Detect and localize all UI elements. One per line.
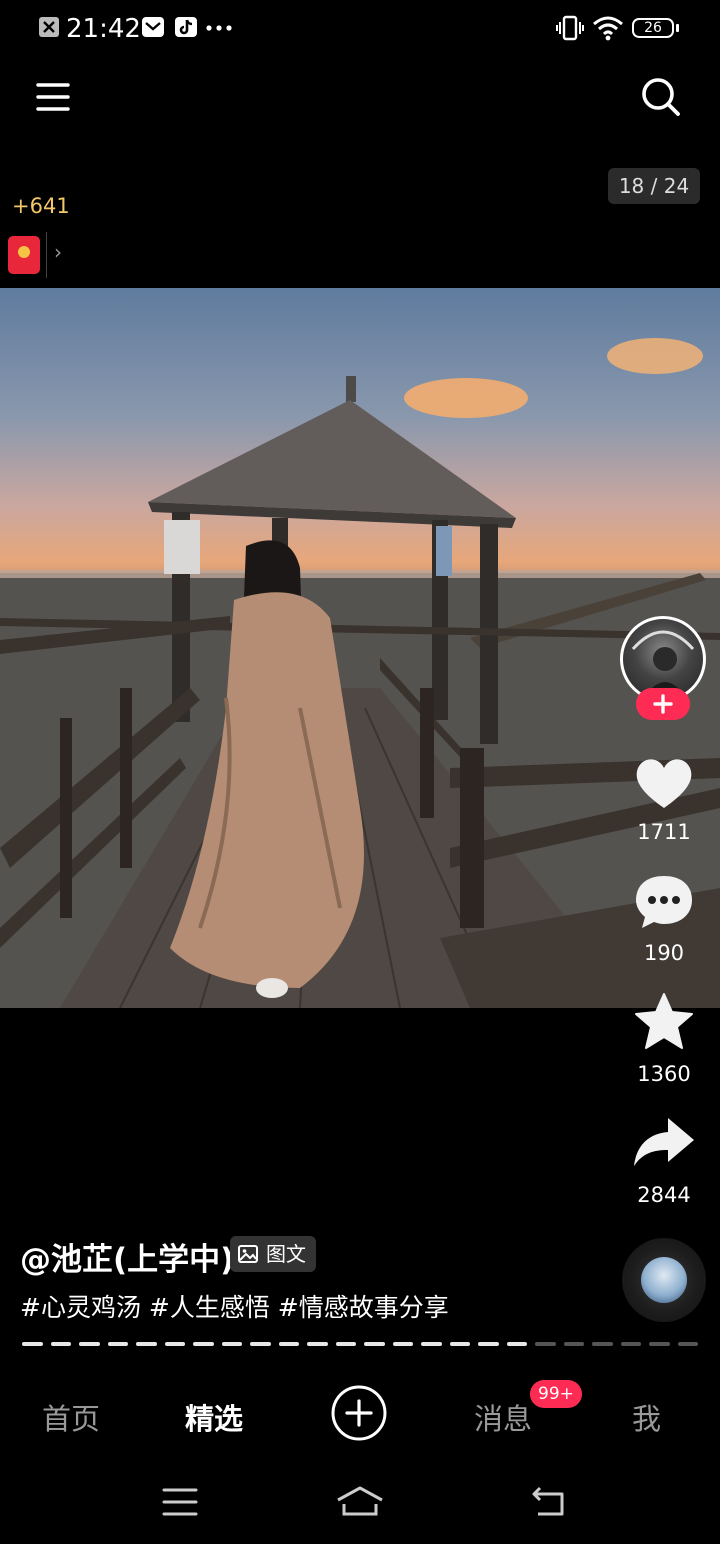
progress-segment <box>307 1342 328 1346</box>
douyin-notification-icon <box>175 17 197 37</box>
image-icon <box>238 1245 258 1263</box>
progress-segment <box>421 1342 442 1346</box>
progress-segment <box>79 1342 100 1346</box>
red-packet-icon[interactable] <box>8 236 40 274</box>
back-button[interactable] <box>530 1484 566 1520</box>
favorite-count: 1360 <box>637 1062 691 1086</box>
recent-apps-button[interactable] <box>162 1484 198 1520</box>
hashtags[interactable]: #心灵鸡汤 #人生感悟 #情感故事分享 <box>20 1288 449 1324</box>
chevron-right-icon[interactable]: › <box>54 240 62 264</box>
wifi-icon <box>593 16 623 41</box>
progress-segment <box>449 1342 470 1346</box>
progress-segment <box>364 1342 385 1346</box>
home-button[interactable] <box>336 1484 384 1520</box>
progress-segment <box>535 1342 556 1346</box>
progress-segment <box>164 1342 185 1346</box>
vibrate-icon <box>556 15 584 41</box>
image-page-counter: 18 / 24 <box>608 168 700 204</box>
progress-segment <box>392 1342 413 1346</box>
progress-segment <box>335 1342 356 1346</box>
progress-segment <box>193 1342 214 1346</box>
create-post-button[interactable] <box>331 1385 387 1441</box>
battery-tip <box>676 24 679 32</box>
progress-segment <box>107 1342 128 1346</box>
progress-segment <box>677 1342 698 1346</box>
reward-counter: +641 <box>12 194 70 218</box>
follow-button[interactable] <box>636 688 690 720</box>
messages-badge: 99+ <box>530 1380 582 1408</box>
music-cover-icon <box>641 1257 687 1303</box>
tab-messages[interactable]: 消息 <box>474 1396 532 1438</box>
progress-segment <box>478 1342 499 1346</box>
mail-notification-icon <box>142 17 164 37</box>
notification-close-icon <box>39 17 59 37</box>
share-count: 2844 <box>637 1183 691 1207</box>
menu-button[interactable] <box>36 80 70 114</box>
progress-segment <box>649 1342 670 1346</box>
search-button[interactable] <box>640 76 682 118</box>
progress-segment <box>278 1342 299 1346</box>
progress-segment <box>592 1342 613 1346</box>
progress-segment <box>620 1342 641 1346</box>
favorite-button[interactable] <box>632 990 696 1054</box>
battery-indicator: 26 <box>632 18 674 38</box>
author-name[interactable]: @池芷(上学中) <box>20 1234 234 1279</box>
progress-segment <box>50 1342 71 1346</box>
progress-segment <box>136 1342 157 1346</box>
image-progress-bar <box>22 1342 698 1346</box>
more-notifications-icon <box>206 25 232 31</box>
tab-home[interactable]: 首页 <box>42 1396 100 1438</box>
tab-featured[interactable]: 精选 <box>185 1396 243 1438</box>
progress-segment <box>22 1342 43 1346</box>
post-image[interactable] <box>0 288 720 1008</box>
tab-me[interactable]: 我 <box>632 1396 661 1438</box>
progress-segment <box>250 1342 271 1346</box>
comment-count: 190 <box>643 941 685 965</box>
like-button[interactable] <box>632 752 696 816</box>
progress-segment <box>506 1342 527 1346</box>
like-count: 1711 <box>637 820 691 844</box>
comment-button[interactable] <box>632 870 696 934</box>
progress-segment <box>563 1342 584 1346</box>
share-button[interactable] <box>632 1110 696 1174</box>
progress-segment <box>221 1342 242 1346</box>
reward-divider <box>46 232 47 278</box>
status-time: 21:42 <box>66 14 141 44</box>
